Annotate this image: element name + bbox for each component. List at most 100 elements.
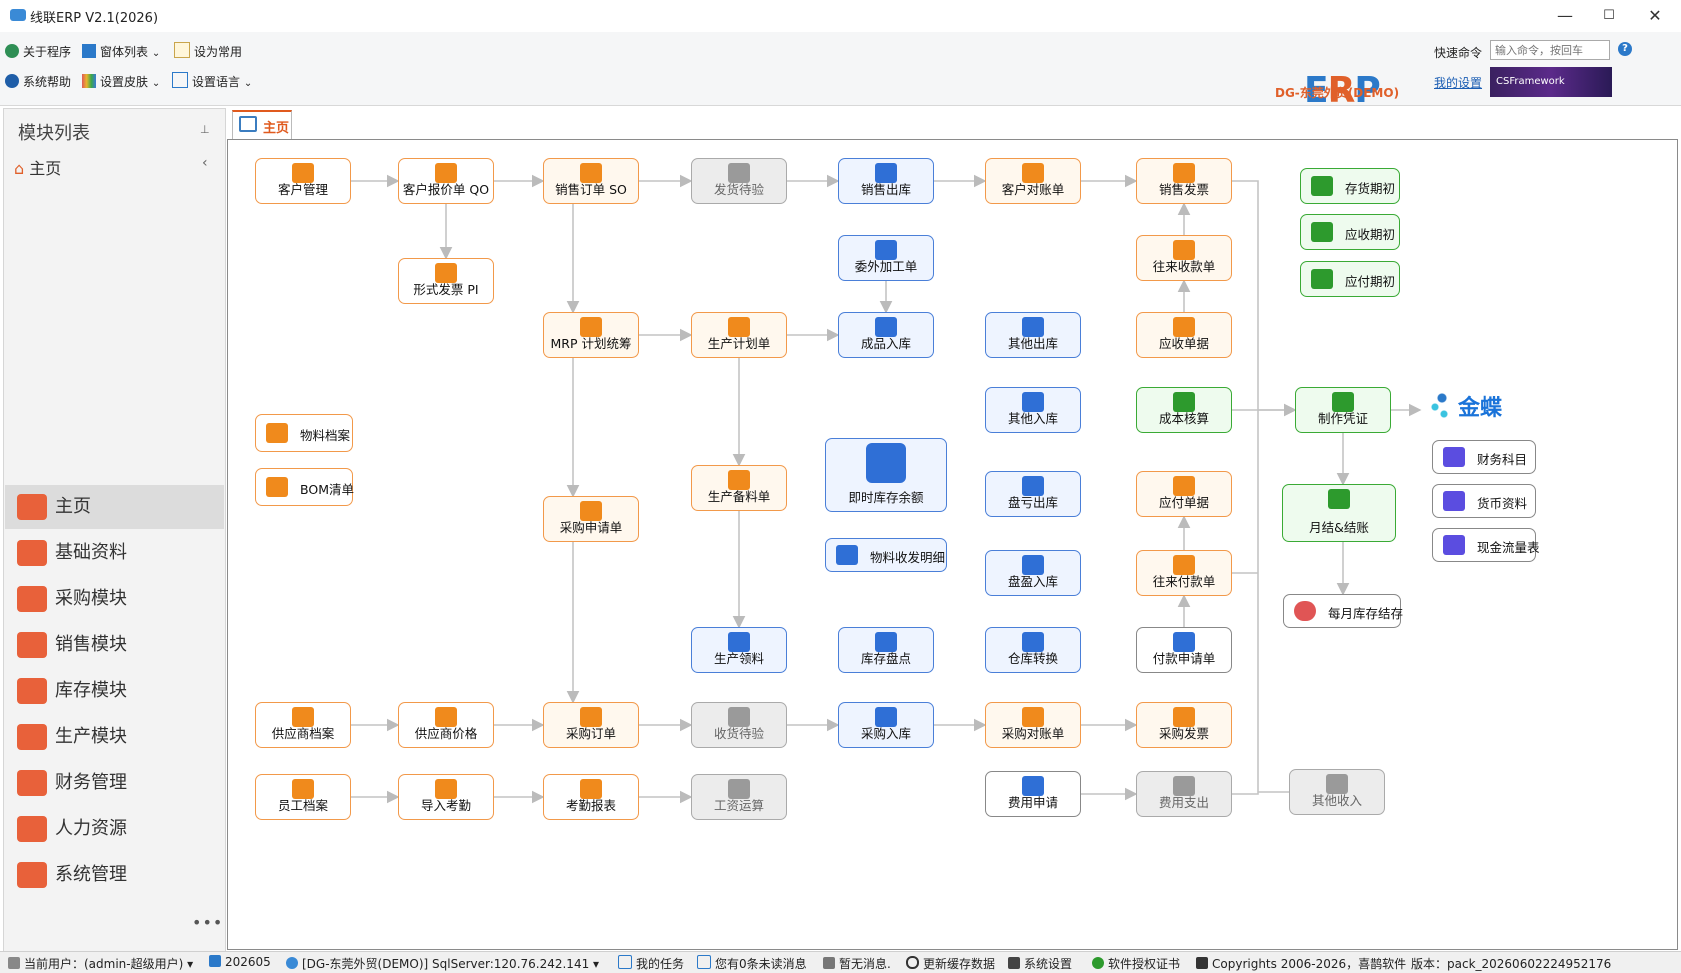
flow-node-cost-acct[interactable]: 成本核算: [1136, 387, 1232, 433]
flow-node-sales-out[interactable]: 销售出库: [838, 158, 934, 204]
sidebar-module-1[interactable]: 基础资料: [5, 531, 224, 575]
status-period[interactable]: 202605: [209, 955, 271, 969]
flow-node-ar-doc[interactable]: 应收单据: [1136, 312, 1232, 358]
flow-node-att-report[interactable]: 考勤报表: [543, 774, 639, 820]
sidebar-module-7[interactable]: 人力资源: [5, 807, 224, 851]
sidebar-module-2[interactable]: 采购模块: [5, 577, 224, 621]
flow-node-month-close[interactable]: 月结&结账: [1282, 484, 1396, 542]
minimize-button[interactable]: —: [1543, 4, 1587, 28]
help-label: 系统帮助: [23, 75, 72, 89]
flow-node-expense-pay[interactable]: 费用支出: [1136, 771, 1232, 817]
flow-node-ap-payment[interactable]: 往来付款单: [1136, 550, 1232, 596]
flow-node-currency[interactable]: 货币资料: [1432, 484, 1536, 518]
flow-node-mrp[interactable]: MRP 计划统筹: [543, 312, 639, 358]
flow-node-import-att[interactable]: 导入考勤: [398, 774, 494, 820]
flow-node-other-income[interactable]: 其他收入: [1289, 769, 1385, 815]
sidebar-module-0[interactable]: 主页: [5, 485, 224, 529]
set-common-button[interactable]: 设为常用: [174, 42, 242, 62]
status-messages[interactable]: 您有0条未读消息: [697, 955, 807, 972]
status-tasks[interactable]: 我的任务: [618, 955, 684, 972]
status-database[interactable]: [DG-东莞外贸(DEMO)] SqlServer:120.76.242.141…: [286, 955, 599, 972]
flow-node-proforma[interactable]: 形式发票 PI: [398, 258, 494, 304]
flow-node-label: 盘亏出库: [1007, 495, 1058, 510]
flow-node-transfer[interactable]: 仓库转换: [985, 627, 1081, 673]
flow-node-purchase-req[interactable]: 采购申请单: [543, 496, 639, 542]
flow-node-fg-in[interactable]: 成品入库: [838, 312, 934, 358]
quick-command-input[interactable]: [1490, 40, 1610, 60]
help-button[interactable]: 系统帮助: [5, 72, 71, 92]
flow-node-ap-doc[interactable]: 应付单据: [1136, 471, 1232, 517]
flow-node-label: 盘盈入库: [1007, 574, 1058, 589]
flow-node-voucher[interactable]: 制作凭证: [1295, 387, 1391, 433]
flow-node-material-detail[interactable]: 物料收发明细: [825, 538, 947, 572]
flow-node-ap-opening[interactable]: 应付期初: [1300, 261, 1400, 297]
flow-node-ar-opening[interactable]: 应收期初: [1300, 214, 1400, 250]
close-button[interactable]: ✕: [1633, 4, 1677, 28]
calendar-icon: [209, 955, 221, 967]
flow-node-label: 员工档案: [277, 798, 328, 813]
flow-node-payroll[interactable]: 工资运算: [691, 774, 787, 820]
flow-node-cashflow[interactable]: 现金流量表: [1432, 528, 1540, 562]
flow-node-stock-check[interactable]: 库存盘点: [838, 627, 934, 673]
sidebar-module-4[interactable]: 库存模块: [5, 669, 224, 713]
flow-node-stock-gain[interactable]: 盘盈入库: [985, 550, 1081, 596]
flow-node-recv-inspect[interactable]: 收货待验: [691, 702, 787, 748]
flow-node-inventory-balance[interactable]: 即时库存余额: [825, 438, 947, 512]
flow-node-quotation[interactable]: 客户报价单 QO: [398, 158, 494, 204]
flow-node-purchase-order[interactable]: 采购订单: [543, 702, 639, 748]
flow-node-sales-invoice[interactable]: 销售发票: [1136, 158, 1232, 204]
flow-node-outsource[interactable]: 委外加工单: [838, 235, 934, 281]
language-button[interactable]: 设置语言 ⌄: [172, 72, 252, 92]
more-icon[interactable]: •••: [192, 913, 223, 932]
window-list-button[interactable]: 窗体列表 ⌄: [82, 42, 160, 62]
flow-node-supplier[interactable]: 供应商档案: [255, 702, 351, 748]
flow-node-prod-issue[interactable]: 生产领料: [691, 627, 787, 673]
flow-node-bom[interactable]: BOM清单: [255, 468, 354, 506]
flow-node-monthly-stock[interactable]: 每月库存结存: [1283, 594, 1403, 628]
pin-icon[interactable]: ⊥: [200, 123, 210, 136]
flow-node-employee[interactable]: 员工档案: [255, 774, 351, 820]
flow-node-label: 销售出库: [860, 182, 911, 197]
my-settings-link[interactable]: 我的设置: [1434, 74, 1482, 91]
flow-node-other-out[interactable]: 其他出库: [985, 312, 1081, 358]
tab-home[interactable]: 主页: [232, 110, 292, 139]
sidebar-module-3[interactable]: 销售模块: [5, 623, 224, 667]
help-icon[interactable]: ?: [1618, 42, 1632, 56]
status-user[interactable]: 当前用户：(admin-超级用户) ▾: [8, 955, 193, 972]
flow-node-purchase-stmt[interactable]: 采购对账单: [985, 702, 1081, 748]
license-button[interactable]: 软件授权证书: [1092, 955, 1180, 972]
flow-node-inv-opening[interactable]: 存货期初: [1300, 168, 1400, 204]
refresh-cache-button[interactable]: 更新缓存数据: [906, 955, 995, 972]
flow-node-customer-stmt[interactable]: 客户对账单: [985, 158, 1081, 204]
flow-node-purchase-in[interactable]: 采购入库: [838, 702, 934, 748]
sidebar-module-6[interactable]: 财务管理: [5, 761, 224, 805]
about-icon: [5, 44, 19, 58]
flow-node-material[interactable]: 物料档案: [255, 414, 353, 452]
flow-node-prod-plan[interactable]: 生产计划单: [691, 312, 787, 358]
sidebar-module-8[interactable]: 系统管理: [5, 853, 224, 897]
bom-icon: [266, 477, 288, 497]
flow-node-supplier-price[interactable]: 供应商价格: [398, 702, 494, 748]
flow-node-customer-mgmt[interactable]: 客户管理: [255, 158, 351, 204]
flow-node-accounts[interactable]: 财务科目: [1432, 440, 1536, 474]
chevron-left-icon[interactable]: ‹: [202, 155, 208, 171]
flow-node-purchase-invoice[interactable]: 采购发票: [1136, 702, 1232, 748]
flow-node-stock-loss[interactable]: 盘亏出库: [985, 471, 1081, 517]
maximize-button[interactable]: ☐: [1587, 4, 1631, 28]
skin-button[interactable]: 设置皮肤 ⌄: [82, 72, 160, 92]
sidebar-module-5[interactable]: 生产模块: [5, 715, 224, 759]
flow-node-sales-order[interactable]: 销售订单 SO: [543, 158, 639, 204]
about-button[interactable]: 关于程序: [5, 42, 71, 62]
flow-node-other-in[interactable]: 其他入库: [985, 387, 1081, 433]
flow-node-expense-req[interactable]: 费用申请: [985, 771, 1081, 817]
flow-node-prod-prep[interactable]: 生产备料单: [691, 465, 787, 511]
flow-node-ship-inspect[interactable]: 发货待验: [691, 158, 787, 204]
sidebar-home-link[interactable]: ⌂ 主页: [14, 155, 61, 179]
csframework-banner[interactable]: CSFramework: [1490, 67, 1612, 97]
flow-node-label: 生产领料: [713, 651, 764, 666]
system-settings-button[interactable]: 系统设置: [1008, 955, 1072, 972]
flow-node-ar-payment[interactable]: 往来收款单: [1136, 235, 1232, 281]
toolbar: 关于程序 窗体列表 ⌄ 设为常用 系统帮助 设置皮肤 ⌄ 设置语言 ⌄ ERP …: [0, 32, 1681, 111]
palette-icon: [82, 74, 96, 88]
flow-node-pay-req[interactable]: 付款申请单: [1136, 627, 1232, 673]
